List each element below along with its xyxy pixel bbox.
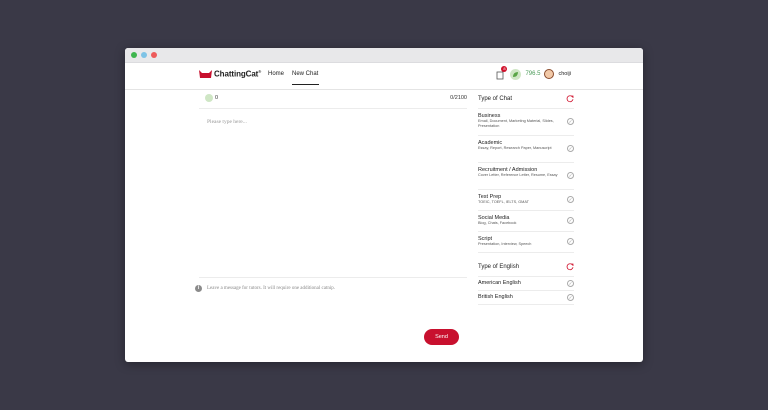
- notification-badge: 8: [501, 66, 508, 72]
- option-title: Social Media: [478, 215, 510, 221]
- nav-home[interactable]: Home: [268, 71, 284, 77]
- catnip-icon: [205, 94, 213, 102]
- brand-logo[interactable]: ChattingCat®: [199, 69, 261, 79]
- chat-type-test-prep[interactable]: Test Prep TOEIC, TOEFL, IELTS, GMAT ✓: [478, 190, 574, 211]
- window-minimize-button[interactable]: [141, 52, 147, 58]
- nav-active-indicator: [292, 84, 319, 85]
- option-title: Script: [478, 236, 493, 242]
- option-subtitle: TOEIC, TOEFL, IELTS, GMAT: [478, 200, 529, 204]
- composer-panel: 0 0/2100 Please type here...: [199, 91, 467, 125]
- window-maximize-button[interactable]: [131, 52, 137, 58]
- check-circle-icon[interactable]: ✓: [567, 279, 574, 287]
- option-title: Business: [478, 113, 501, 119]
- send-button[interactable]: Send: [424, 329, 459, 345]
- type-of-english-header: Type of English: [478, 259, 574, 277]
- reset-icon[interactable]: [566, 263, 574, 271]
- check-circle-icon[interactable]: ✓: [567, 145, 574, 152]
- check-circle-icon[interactable]: ✓: [567, 293, 574, 301]
- section-title: Type of English: [478, 264, 520, 270]
- catnip-icon: [510, 68, 522, 80]
- type-of-chat-header: Type of Chat: [478, 91, 574, 109]
- catnip-cost: 0: [215, 95, 219, 101]
- tutor-message-input[interactable]: Leave a message for tutors. It will requ…: [207, 286, 335, 291]
- chat-type-script[interactable]: Script Presentation, Interview, Speech ✓: [478, 232, 574, 253]
- check-circle-icon[interactable]: ✓: [567, 217, 574, 224]
- notification-button[interactable]: 8: [496, 66, 508, 80]
- brand-name: ChattingCat®: [214, 69, 262, 79]
- avatar[interactable]: [544, 69, 555, 79]
- header-user-area: 8 796.5 choiji: [496, 66, 571, 80]
- chat-type-business[interactable]: Business Email, Document, Marketing Mate…: [478, 109, 574, 136]
- option-subtitle: Blog, Chats, Facebook: [478, 221, 517, 225]
- check-circle-icon[interactable]: ✓: [567, 118, 574, 125]
- english-british[interactable]: British English ✓: [478, 291, 574, 305]
- divider: [199, 277, 467, 278]
- reset-icon[interactable]: [566, 95, 574, 103]
- section-title: Type of Chat: [478, 96, 513, 102]
- check-circle-icon[interactable]: ✓: [567, 238, 574, 245]
- options-panel: Type of Chat Business Email, Document, M…: [478, 91, 574, 305]
- char-counter: 0/2100: [450, 95, 467, 101]
- english-american[interactable]: American English ✓: [478, 277, 574, 291]
- option-subtitle: Email, Document, Marketing Material, Sli…: [478, 119, 554, 128]
- chat-type-recruitment[interactable]: Recruitment / Admission Cover Letter, Re…: [478, 163, 574, 190]
- option-subtitle: Essay, Report, Research Paper, Manuscrip…: [478, 146, 552, 150]
- option-title: Test Prep: [478, 194, 502, 200]
- option-subtitle: Presentation, Interview, Speech: [478, 242, 532, 246]
- nav-new-chat[interactable]: New Chat: [292, 71, 318, 77]
- cat-logo-icon: [199, 69, 212, 78]
- chat-type-social-media[interactable]: Social Media Blog, Chats, Facebook ✓: [478, 211, 574, 232]
- check-circle-icon[interactable]: ✓: [567, 196, 574, 203]
- message-textarea[interactable]: Please type here...: [207, 119, 247, 125]
- catnip-points: 796.5: [525, 71, 541, 77]
- app-header: ChattingCat® Home New Chat 8 796.5 choij…: [125, 63, 643, 90]
- option-title: Recruitment / Admission: [478, 167, 538, 173]
- window-titlebar: [125, 48, 643, 63]
- window-close-button[interactable]: [151, 52, 157, 58]
- option-subtitle: Cover Letter, Reference Letter, Resume, …: [478, 173, 558, 177]
- browser-window: ChattingCat® Home New Chat 8 796.5 choij…: [125, 48, 643, 362]
- option-title: American English: [478, 280, 521, 286]
- chat-type-academic[interactable]: Academic Essay, Report, Research Paper, …: [478, 136, 574, 163]
- username[interactable]: choiji: [558, 71, 571, 77]
- info-icon: i: [195, 285, 202, 292]
- option-title: British English: [478, 294, 513, 300]
- check-circle-icon[interactable]: ✓: [567, 172, 574, 179]
- composer-toolbar: 0 0/2100: [199, 91, 467, 109]
- option-title: Academic: [478, 140, 503, 146]
